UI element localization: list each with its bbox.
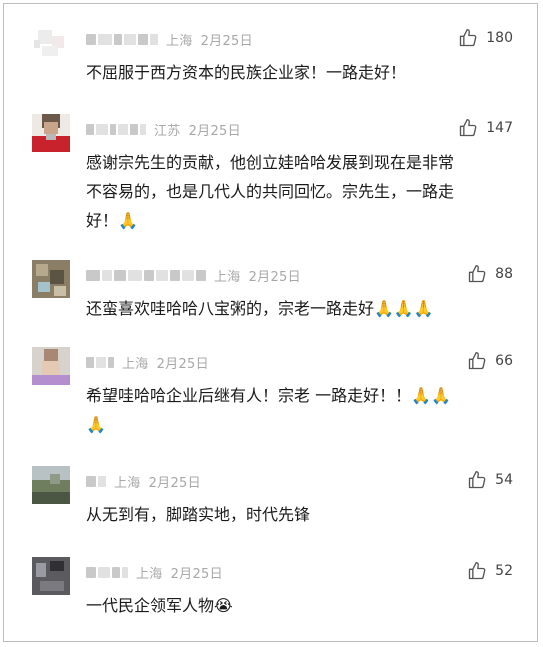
username-blurred[interactable] — [86, 566, 128, 578]
comment-text: 从无到有，脚踏实地，时代先锋 — [86, 505, 311, 524]
comment-location: 上海 — [214, 269, 241, 285]
comment-date: 2月25日 — [148, 475, 201, 491]
comment-date: 2月25日 — [248, 269, 301, 285]
like-count: 66 — [495, 353, 513, 369]
avatar[interactable] — [32, 260, 70, 298]
like-button[interactable]: 180 — [458, 26, 513, 50]
comment-date: 2月25日 — [156, 356, 209, 372]
avatar[interactable] — [32, 557, 70, 595]
comment-text: 感谢宗先生的贡献，他创立娃哈哈发展到现在是非常 不容易的，也是几代人的共同回忆。… — [86, 153, 455, 230]
comment-list: 上海 2月25日 180 不屈服于西方资本的民族企业家！一路走好！ 江苏 2月2… — [3, 3, 538, 642]
comment-date: 2月25日 — [170, 566, 223, 582]
username-blurred[interactable] — [86, 475, 106, 487]
comment-location: 江苏 — [154, 123, 181, 139]
like-count: 54 — [495, 472, 513, 488]
thumbs-up-icon — [467, 351, 487, 371]
username-blurred[interactable] — [86, 269, 206, 281]
like-button[interactable]: 66 — [467, 349, 513, 373]
like-count: 88 — [495, 266, 513, 282]
like-button[interactable]: 88 — [467, 262, 513, 286]
username-blurred[interactable] — [86, 123, 146, 135]
avatar[interactable] — [32, 347, 70, 385]
comment-location: 上海 — [136, 566, 163, 582]
comment-text: 一代民企领军人物😭 — [86, 596, 233, 615]
comment-date: 2月25日 — [188, 123, 241, 139]
comment-text: 希望哇哈哈企业后继有人！宗老 一路走好！！🙏🙏 🙏 — [86, 386, 451, 434]
like-button[interactable]: 147 — [458, 116, 513, 140]
like-button[interactable]: 52 — [467, 559, 513, 583]
like-button[interactable]: 54 — [467, 468, 513, 492]
comment-text: 还蛮喜欢哇哈哈八宝粥的，宗老一路走好🙏🙏🙏 — [86, 299, 434, 318]
like-count: 180 — [486, 30, 513, 46]
thumbs-up-icon — [458, 28, 478, 48]
avatar[interactable] — [32, 466, 70, 504]
like-count: 52 — [495, 563, 513, 579]
comment-location: 上海 — [166, 33, 193, 49]
comment-text: 不屈服于西方资本的民族企业家！一路走好！ — [86, 63, 407, 82]
avatar[interactable] — [32, 114, 70, 152]
thumbs-up-icon — [467, 470, 487, 490]
thumbs-up-icon — [467, 264, 487, 284]
username-blurred[interactable] — [86, 33, 158, 45]
comment-location: 上海 — [114, 475, 141, 491]
like-count: 147 — [486, 120, 513, 136]
thumbs-up-icon — [467, 561, 487, 581]
avatar[interactable] — [32, 24, 70, 62]
username-blurred[interactable] — [86, 356, 114, 368]
comment-location: 上海 — [122, 356, 149, 372]
comment-date: 2月25日 — [200, 33, 253, 49]
thumbs-up-icon — [458, 118, 478, 138]
